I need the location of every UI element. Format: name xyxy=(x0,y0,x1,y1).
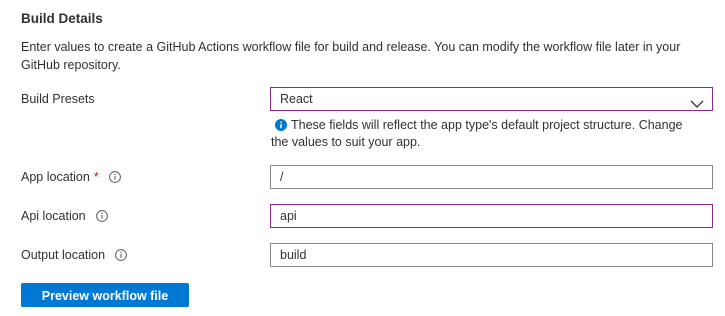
build-presets-hint-text: These fields will reflect the app type's… xyxy=(271,118,683,149)
build-presets-label: Build Presets xyxy=(21,90,95,108)
output-location-label: Output location xyxy=(21,246,127,264)
preview-workflow-file-button[interactable]: Preview workflow file xyxy=(21,283,189,307)
app-location-input[interactable] xyxy=(270,165,713,189)
api-location-input[interactable] xyxy=(270,204,713,228)
build-presets-hint: These fields will reflect the app type's… xyxy=(271,117,701,151)
required-marker: * xyxy=(93,170,99,184)
build-presets-selected-value: React xyxy=(280,92,313,106)
output-location-input[interactable] xyxy=(270,243,713,267)
output-location-label-text: Output location xyxy=(21,248,106,262)
chevron-down-icon xyxy=(690,94,704,108)
info-icon[interactable] xyxy=(108,171,121,183)
build-presets-label-text: Build Presets xyxy=(21,92,95,106)
app-location-label-text: App location xyxy=(21,170,90,184)
info-filled-icon xyxy=(275,119,287,131)
app-location-label: App location * xyxy=(21,168,121,186)
info-icon[interactable] xyxy=(115,249,127,261)
section-description: Enter values to create a GitHub Actions … xyxy=(21,40,681,72)
api-location-label: Api location xyxy=(21,207,108,225)
build-presets-dropdown[interactable]: React xyxy=(270,87,713,111)
api-location-label-text: Api location xyxy=(21,209,86,223)
info-icon[interactable] xyxy=(95,210,108,222)
section-title: Build Details xyxy=(21,11,103,26)
